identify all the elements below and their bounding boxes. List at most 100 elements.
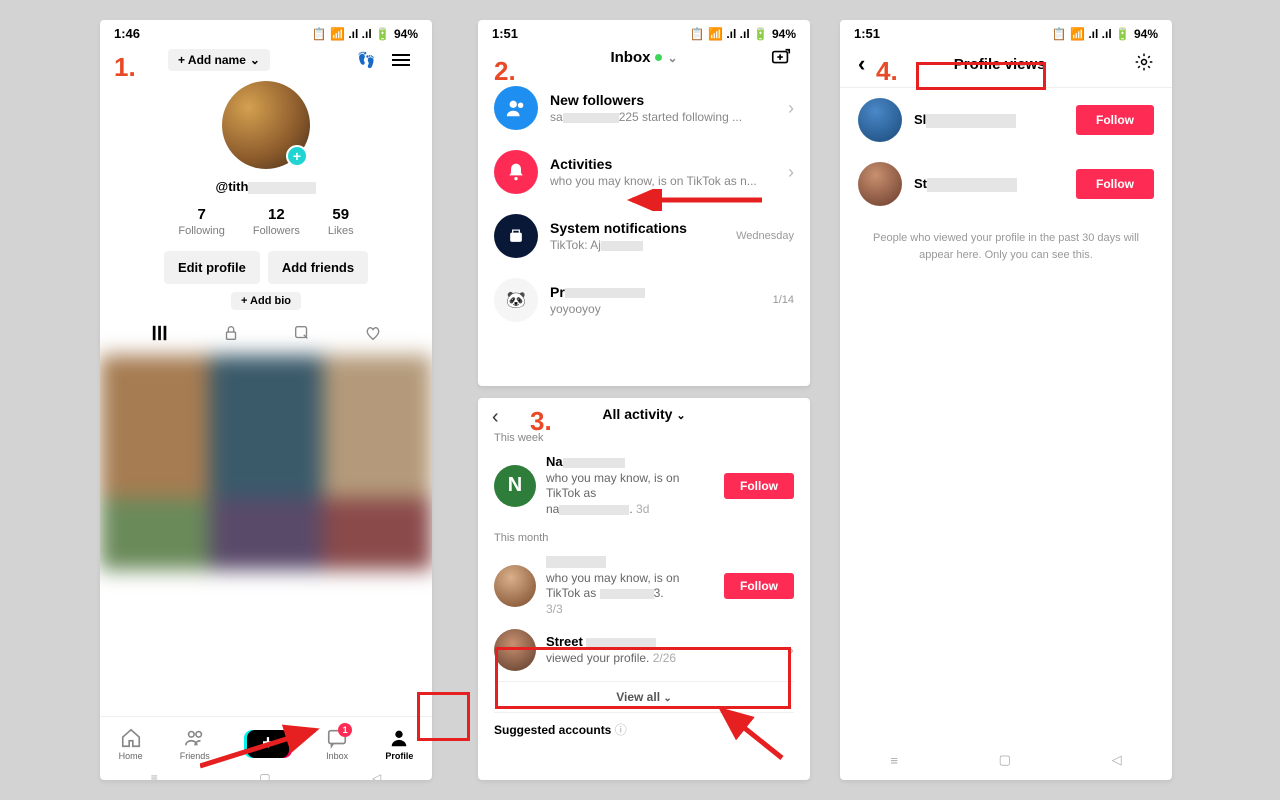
nav-profile[interactable]: Profile	[385, 727, 413, 761]
inbox-badge: 1	[338, 723, 352, 737]
step-2-label: 2.	[494, 56, 516, 87]
follow-button[interactable]: Follow	[724, 473, 794, 499]
avatar-letter: N	[494, 465, 536, 507]
bell-icon	[494, 150, 538, 194]
stat-likes[interactable]: 59Likes	[328, 206, 354, 237]
screen-profile-views: 1:51 📋 📶 .ıl .ıl 🔋94% ‹ Profile views Sl…	[840, 20, 1172, 780]
nav-home[interactable]: Home	[119, 727, 143, 761]
gear-icon[interactable]	[1134, 52, 1154, 77]
chevron-down-icon: ⌄	[667, 51, 677, 65]
row-subtitle: sa225 started following ...	[550, 110, 776, 124]
arrow-to-activities	[622, 189, 772, 211]
time: 1:51	[492, 26, 518, 41]
home-icon	[120, 727, 142, 749]
arrow-to-viewed	[704, 700, 794, 770]
step-4-label: 4.	[876, 56, 898, 87]
row-title: System notifications	[550, 220, 724, 236]
row-subtitle: who you may know, is on TikTok as n...	[550, 174, 776, 188]
username: @tith	[216, 179, 317, 194]
status-icons: 📋 📶 .ıl .ıl 🔋94%	[690, 27, 796, 41]
tab-repost-icon[interactable]	[292, 324, 312, 347]
add-friends-button[interactable]: Add friends	[268, 251, 368, 284]
stat-followers[interactable]: 12Followers	[253, 206, 300, 237]
step-1-label: 1.	[114, 52, 136, 83]
statusbar: 1:51 📋 📶 .ıl .ıl 🔋94%	[840, 20, 1172, 47]
row-title: Activities	[550, 156, 776, 172]
avatar-plus-icon[interactable]: +	[286, 145, 308, 167]
chevron-right-icon: ›	[788, 640, 794, 661]
profile-views-title: Profile views	[954, 56, 1046, 73]
back-icon[interactable]: ‹	[858, 51, 865, 77]
user-name: Na	[546, 454, 714, 471]
section-this-month: This month	[478, 524, 810, 548]
avatar	[494, 629, 536, 671]
avatar-section: + @tith	[100, 77, 432, 194]
android-back-icon[interactable]: ◁	[372, 771, 381, 780]
followers-icon	[494, 86, 538, 130]
row-title: Pr	[550, 284, 761, 300]
follow-button[interactable]: Follow	[1076, 105, 1154, 135]
compose-icon[interactable]	[770, 47, 792, 74]
avatar	[858, 162, 902, 206]
back-icon[interactable]: ‹	[492, 406, 499, 429]
android-menu-icon[interactable]: ≡	[151, 771, 158, 780]
avatar[interactable]: +	[222, 81, 310, 169]
inbox-row-new-followers[interactable]: New followers sa225 started following ..…	[478, 76, 810, 140]
tab-private-icon[interactable]	[221, 324, 241, 347]
android-home-icon[interactable]: ▢	[999, 752, 1011, 768]
system-icon	[494, 214, 538, 258]
add-bio-button[interactable]: + Add bio	[231, 292, 301, 310]
follow-button[interactable]: Follow	[1076, 169, 1154, 199]
avatar	[858, 98, 902, 142]
chevron-down-icon: ⌄	[250, 53, 260, 67]
section-this-week: This week	[478, 424, 810, 448]
edit-profile-button[interactable]: Edit profile	[164, 251, 260, 284]
screen-profile: 1:46 📋 📶 .ıl .ıl 🔋94% + Add name ⌄ 👣 + @…	[100, 20, 432, 780]
chevron-down-icon: ⌄	[663, 693, 671, 704]
android-nav: ≡ ▢ ◁	[840, 750, 1172, 770]
nav-profile-label: Profile	[385, 751, 413, 761]
arrow-to-inbox	[200, 720, 330, 780]
profile-view-row[interactable]: St Follow	[840, 152, 1172, 216]
footprints-icon[interactable]: 👣	[357, 51, 376, 69]
statusbar: 1:51 📋 📶 .ıl .ıl 🔋94%	[478, 20, 810, 47]
android-back-icon[interactable]: ◁	[1112, 752, 1122, 768]
user-name: Street	[546, 634, 778, 651]
row-title: New followers	[550, 92, 776, 108]
activity-row-suggestion-1[interactable]: N Na who you may know, is on TikTok as n…	[478, 448, 810, 524]
row-meta: 1/14	[773, 294, 794, 306]
profile-tabs	[100, 310, 432, 355]
status-icons: 📋 📶 .ıl .ıl 🔋94%	[312, 27, 418, 41]
inbox-title[interactable]: Inbox⌄	[610, 49, 677, 66]
statusbar: 1:46 📋 📶 .ıl .ıl 🔋94%	[100, 20, 432, 47]
user-name: St	[914, 176, 1064, 192]
stats-row: 7Following 12Followers 59Likes	[100, 206, 432, 237]
status-dot-icon	[655, 54, 662, 61]
tab-feed-icon[interactable]	[150, 324, 170, 347]
user-name: Sl	[914, 112, 1064, 128]
inbox-row-system[interactable]: System notifications TikTok: Aj Wednesda…	[478, 204, 810, 268]
time: 1:46	[114, 26, 140, 41]
activity-row-suggestion-2[interactable]: who you may know, is on TikTok as 3. 3/3…	[478, 548, 810, 624]
stat-following[interactable]: 7Following	[178, 206, 224, 237]
add-name-label: + Add name	[178, 53, 246, 67]
chevron-right-icon: ›	[788, 98, 794, 119]
add-name-button[interactable]: + Add name ⌄	[168, 49, 270, 71]
row-meta: Wednesday	[736, 230, 794, 242]
row-subtitle: TikTok: Aj	[550, 238, 724, 252]
activity-title[interactable]: All activity ⌄	[602, 406, 685, 422]
user-avatar: 🐼	[494, 278, 538, 322]
follow-button[interactable]: Follow	[724, 573, 794, 599]
chevron-right-icon: ›	[788, 162, 794, 183]
profile-view-row[interactable]: Sl Follow	[840, 88, 1172, 152]
user-name	[546, 554, 714, 571]
tab-liked-icon[interactable]	[363, 324, 383, 347]
video-grid-blurred	[100, 355, 432, 641]
activity-row-profile-view[interactable]: Street viewed your profile. 2/26 ›	[478, 623, 810, 677]
android-menu-icon[interactable]: ≡	[890, 753, 898, 768]
menu-icon[interactable]	[392, 54, 410, 66]
avatar	[494, 565, 536, 607]
inbox-row-dm[interactable]: 🐼 Pr yoyooyoy 1/14	[478, 268, 810, 332]
nav-home-label: Home	[119, 751, 143, 761]
time: 1:51	[854, 26, 880, 41]
